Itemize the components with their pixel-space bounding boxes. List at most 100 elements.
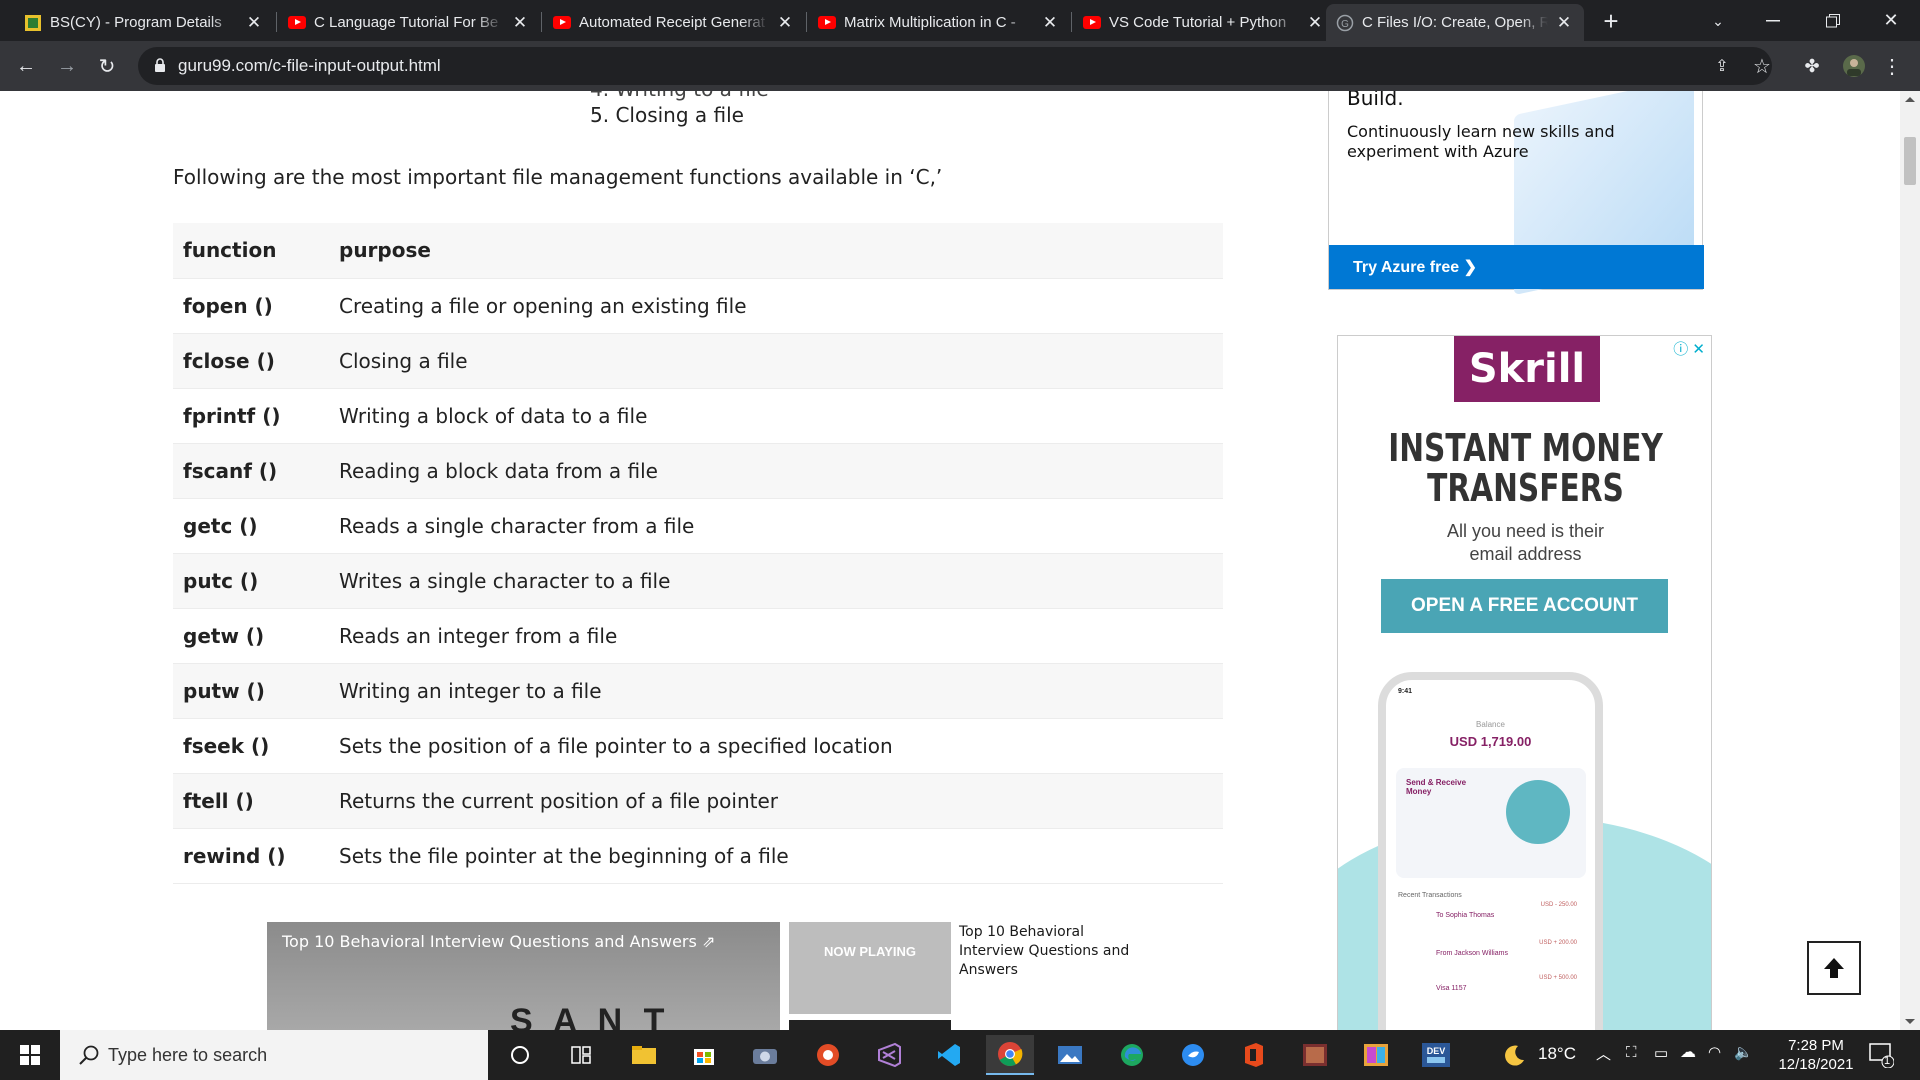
- windows-taskbar: Type here to search DEV 18°C ︿ ⛶ ▭ ☁ ◠ 🔈…: [0, 1030, 1920, 1080]
- date-label: 12/18/2021: [1778, 1056, 1854, 1073]
- azure-ad[interactable]: Build. Continuously learn new skills and…: [1328, 91, 1704, 296]
- forward-arrow-icon[interactable]: →: [51, 50, 83, 82]
- weather-moon-icon[interactable]: [1490, 1035, 1538, 1075]
- clock[interactable]: 7:28 PM 12/18/2021: [1773, 1036, 1859, 1074]
- share-icon[interactable]: ⇗: [702, 932, 715, 951]
- temperature-label[interactable]: 18°C: [1538, 1044, 1576, 1064]
- task-view-icon[interactable]: [557, 1035, 605, 1075]
- office-icon[interactable]: [1230, 1035, 1278, 1075]
- youtube-icon: [1083, 14, 1101, 32]
- restore-icon[interactable]: [1804, 0, 1862, 41]
- close-tab-icon[interactable]: ✕: [1305, 13, 1325, 33]
- function-cell: fopen (): [173, 278, 339, 334]
- transaction-amount: USD - 250.00: [1540, 902, 1577, 908]
- photos-app-icon[interactable]: [1046, 1035, 1094, 1075]
- scroll-down-arrow-icon[interactable]: [1905, 1019, 1915, 1024]
- table-header-row: function purpose: [173, 223, 1223, 279]
- table-row: getw () Reads an integer from a file: [173, 608, 1223, 664]
- onedrive-cloud-icon[interactable]: ☁: [1680, 1042, 1696, 1062]
- taskbar-search-box[interactable]: Type here to search: [60, 1030, 488, 1080]
- send-receive-card: Send & Receive Money: [1396, 768, 1586, 878]
- reload-icon[interactable]: ↻: [91, 50, 123, 82]
- purpose-cell: Writes a single character to a file: [339, 553, 1223, 609]
- url-text: guru99.com/c-file-input-output.html: [178, 56, 441, 75]
- show-hidden-icons-chevron-icon[interactable]: ︿: [1596, 1043, 1611, 1064]
- new-tab-button[interactable]: +: [1596, 6, 1626, 36]
- video-title[interactable]: Top 10 Behavioral Interview Questions an…: [282, 932, 715, 951]
- table-row: fopen () Creating a file or opening an ex…: [173, 278, 1223, 334]
- share-icon[interactable]: ⇪: [1706, 50, 1738, 82]
- list-item-closing: 5. Closing a file: [590, 103, 744, 127]
- tab-program-details[interactable]: BS(CY) - Program Details ✕: [14, 4, 274, 41]
- video-thumbnail[interactable]: NOW PLAYING: [789, 922, 951, 1014]
- windows-start-icon[interactable]: [0, 1030, 60, 1080]
- close-tab-icon[interactable]: ✕: [510, 13, 530, 33]
- video-side-title[interactable]: Top 10 Behavioral Interview Questions an…: [959, 923, 1139, 980]
- tab-title: BS(CY) - Program Details: [50, 14, 222, 31]
- try-azure-link[interactable]: Try Azure free ❯: [1353, 257, 1477, 277]
- video-thumbnail-next[interactable]: [789, 1020, 951, 1030]
- profile-avatar[interactable]: [1838, 50, 1870, 82]
- vscode-icon[interactable]: [925, 1035, 973, 1075]
- tab-matrix-multiplication[interactable]: Matrix Multiplication in C - ✕: [808, 4, 1070, 41]
- close-tab-icon[interactable]: ✕: [1040, 13, 1060, 33]
- address-bar[interactable]: guru99.com/c-file-input-output.html: [138, 47, 1772, 85]
- back-arrow-icon[interactable]: ←: [10, 50, 42, 82]
- bookmark-star-icon[interactable]: ☆: [1746, 50, 1778, 82]
- page-scrollbar[interactable]: [1900, 91, 1920, 1030]
- close-window-icon[interactable]: ✕: [1862, 0, 1920, 41]
- ad-subtext: All you need is their email address: [1446, 521, 1605, 564]
- tab-strip: BS(CY) - Program Details ✕ C Language Tu…: [0, 0, 1920, 41]
- tab-c-files-io[interactable]: G C Files I/O: Create, Open, Re ✕: [1326, 4, 1584, 41]
- tab-automated-receipt[interactable]: Automated Receipt Generat ✕: [543, 4, 805, 41]
- file-explorer-icon[interactable]: [620, 1035, 668, 1075]
- tab-separator: [1071, 12, 1072, 32]
- recent-transactions-label: Recent Transactions: [1398, 892, 1462, 899]
- open-account-button[interactable]: OPEN A FREE ACCOUNT: [1381, 579, 1668, 633]
- battery-icon[interactable]: ▭: [1654, 1044, 1668, 1062]
- ad-cta-bar[interactable]: Try Azure free ❯: [1329, 245, 1704, 289]
- app-icon-orange[interactable]: [804, 1035, 852, 1075]
- notification-center-icon[interactable]: 1: [1868, 1042, 1898, 1069]
- intro-paragraph: Following are the most important file ma…: [173, 165, 943, 189]
- dev-app-icon[interactable]: DEV: [1412, 1035, 1460, 1075]
- camera-icon[interactable]: [741, 1035, 789, 1075]
- minimize-icon[interactable]: [1744, 0, 1802, 41]
- edge-icon[interactable]: [1108, 1035, 1156, 1075]
- video-player[interactable]: Top 10 Behavioral Interview Questions an…: [267, 922, 780, 1030]
- close-tab-icon[interactable]: ✕: [775, 13, 795, 33]
- close-tab-icon[interactable]: ✕: [1554, 13, 1574, 33]
- app-icon-blue-bird[interactable]: [1169, 1035, 1217, 1075]
- site-favicon-icon: [24, 14, 42, 32]
- visual-studio-icon[interactable]: [865, 1035, 913, 1075]
- globe-icon: [1506, 780, 1570, 844]
- notification-count: 1: [1884, 1055, 1891, 1067]
- microsoft-store-icon[interactable]: [680, 1035, 728, 1075]
- wifi-icon[interactable]: ◠: [1708, 1043, 1721, 1061]
- tab-c-language-tutorial[interactable]: C Language Tutorial For Be ✕: [278, 4, 540, 41]
- chrome-icon[interactable]: [986, 1035, 1034, 1075]
- extensions-puzzle-icon[interactable]: ✤: [1796, 50, 1828, 82]
- volume-icon[interactable]: 🔈: [1734, 1043, 1753, 1061]
- phone-mockup: 9:41 Balance USD 1,719.00 Send & Receive…: [1378, 672, 1603, 1030]
- transaction-name: Visa 1157: [1436, 985, 1467, 992]
- menu-kebab-icon[interactable]: ⋮: [1876, 50, 1908, 82]
- transaction-amount: USD + 500.00: [1539, 975, 1577, 981]
- function-cell: getc (): [173, 498, 339, 554]
- back-to-top-button[interactable]: [1807, 941, 1861, 995]
- scrollbar-thumb[interactable]: [1904, 137, 1916, 185]
- scroll-up-arrow-icon[interactable]: [1905, 97, 1915, 102]
- close-tab-icon[interactable]: ✕: [244, 13, 264, 33]
- table-row: getc () Reads a single character from a f…: [173, 498, 1223, 554]
- cortana-icon[interactable]: [496, 1035, 544, 1075]
- app-icon-colorful[interactable]: [1352, 1035, 1400, 1075]
- meet-now-icon[interactable]: ⛶: [1626, 1044, 1637, 1061]
- youtube-icon: [553, 14, 571, 32]
- tab-vs-code-tutorial[interactable]: VS Code Tutorial + Python ✕: [1073, 4, 1335, 41]
- skrill-ad[interactable]: Skrill ⓘ ✕ INSTANT MONEY TRANSFERS All yo…: [1337, 335, 1712, 1030]
- purpose-cell: Sets the position of a file pointer to a…: [339, 718, 1223, 774]
- ad-choices-icon[interactable]: ⓘ ✕: [1673, 338, 1705, 359]
- tab-search-chevron-icon[interactable]: ⌄: [1703, 8, 1733, 34]
- table-row: putw () Writing an integer to a file: [173, 663, 1223, 719]
- app-icon-image[interactable]: [1291, 1035, 1339, 1075]
